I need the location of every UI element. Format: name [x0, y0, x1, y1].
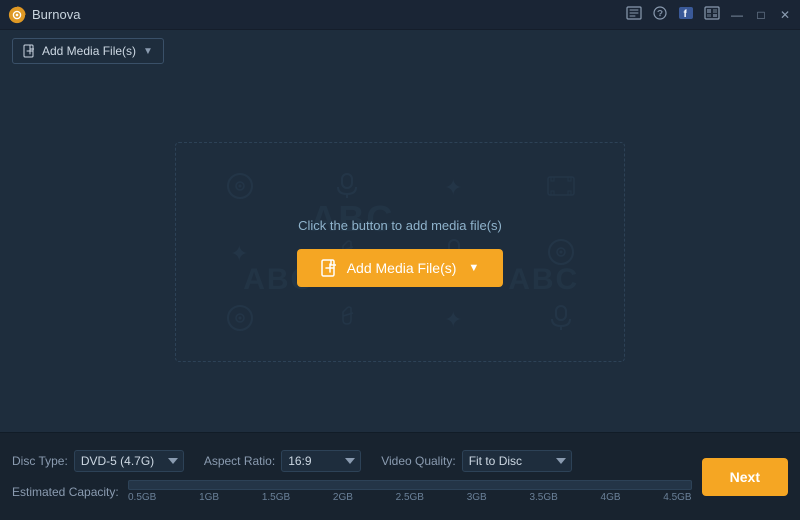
- cap-label-3: 2GB: [333, 492, 353, 503]
- video-quality-select[interactable]: Fit to Disc High Medium Low: [462, 450, 572, 472]
- wm-star3-icon: ✦: [400, 285, 507, 351]
- watermark-abc3: ABC: [508, 263, 579, 297]
- aspect-ratio-label: Aspect Ratio:: [204, 454, 275, 468]
- cap-label-7: 4GB: [601, 492, 621, 503]
- app-title: Burnova: [32, 7, 80, 22]
- add-media-small-button[interactable]: Add Media File(s) ▼: [12, 38, 164, 64]
- capacity-bar: [128, 480, 692, 490]
- bottom-controls: Disc Type: DVD-5 (4.7G) DVD-9 (8.5G) BD-…: [12, 450, 692, 472]
- wm-mic3-icon: [507, 285, 614, 351]
- close-button[interactable]: ✕: [778, 8, 792, 22]
- cap-label-4: 2.5GB: [396, 492, 424, 503]
- wm-mic-icon: [293, 153, 400, 219]
- feedback-icon[interactable]: [652, 6, 668, 23]
- toolbar: Add Media File(s) ▼: [0, 30, 800, 72]
- bottom-bar: Disc Type: DVD-5 (4.7G) DVD-9 (8.5G) BD-…: [0, 432, 800, 520]
- drop-prompt-text: Click the button to add media file(s): [298, 218, 502, 233]
- add-media-main-label: Add Media File(s): [347, 260, 457, 276]
- svg-text:✦: ✦: [444, 307, 462, 331]
- main-btn-arrow-icon: ▼: [468, 262, 479, 274]
- wm-film-icon: [507, 153, 614, 219]
- bottom-left: Disc Type: DVD-5 (4.7G) DVD-9 (8.5G) BD-…: [12, 450, 692, 503]
- disc-type-label: Disc Type:: [12, 454, 68, 468]
- svg-text:✦: ✦: [444, 175, 462, 199]
- skin-icon[interactable]: [704, 6, 720, 23]
- add-file-icon: [23, 44, 37, 58]
- cap-label-5: 3GB: [467, 492, 487, 503]
- titlebar-left: Burnova: [8, 6, 80, 24]
- wm-star-icon: ✦: [400, 153, 507, 219]
- disc-type-group: Disc Type: DVD-5 (4.7G) DVD-9 (8.5G) BD-…: [12, 450, 184, 472]
- wm-disc-icon: [186, 153, 293, 219]
- aspect-ratio-select[interactable]: 16:9 4:3: [281, 450, 361, 472]
- cap-label-0: 0.5GB: [128, 492, 156, 503]
- wm-star2-icon: ✦: [186, 219, 293, 285]
- titlebar-right: f — □ ✕: [626, 6, 792, 23]
- aspect-ratio-group: Aspect Ratio: 16:9 4:3: [204, 450, 361, 472]
- capacity-labels: 0.5GB 1GB 1.5GB 2GB 2.5GB 3GB 3.5GB 4GB …: [128, 492, 692, 503]
- app-logo-icon: [8, 6, 26, 24]
- main-area: ✦ ✦: [0, 72, 800, 432]
- video-quality-label: Video Quality:: [381, 454, 456, 468]
- cap-label-2: 1.5GB: [262, 492, 290, 503]
- drop-zone: ✦ ✦: [175, 142, 625, 362]
- wm-disc2-icon: [507, 219, 614, 285]
- titlebar: Burnova f: [0, 0, 800, 30]
- facebook-icon[interactable]: f: [678, 6, 694, 23]
- add-media-main-button[interactable]: Add Media File(s) ▼: [297, 249, 504, 287]
- bottom-inner: Disc Type: DVD-5 (4.7G) DVD-9 (8.5G) BD-…: [12, 450, 788, 503]
- register-icon[interactable]: [626, 6, 642, 23]
- capacity-label: Estimated Capacity:: [12, 485, 122, 499]
- dropdown-arrow-icon: ▼: [143, 46, 153, 57]
- next-button[interactable]: Next: [702, 458, 788, 496]
- cap-label-8: 4.5GB: [663, 492, 691, 503]
- wm-note2-icon: [293, 285, 400, 351]
- cap-label-1: 1GB: [199, 492, 219, 503]
- capacity-bar-container: 0.5GB 1GB 1.5GB 2GB 2.5GB 3GB 3.5GB 4GB …: [128, 480, 692, 503]
- capacity-row: Estimated Capacity: 0.5GB 1GB 1.5GB 2GB …: [12, 480, 692, 503]
- video-quality-group: Video Quality: Fit to Disc High Medium L…: [381, 450, 572, 472]
- cap-label-6: 3.5GB: [529, 492, 557, 503]
- add-file-main-icon: [321, 259, 339, 277]
- minimize-button[interactable]: —: [730, 8, 744, 22]
- disc-type-select[interactable]: DVD-5 (4.7G) DVD-9 (8.5G) BD-25: [74, 450, 184, 472]
- wm-disc3-icon: [186, 285, 293, 351]
- add-media-small-label: Add Media File(s): [42, 44, 136, 58]
- maximize-button[interactable]: □: [754, 8, 768, 22]
- svg-text:✦: ✦: [230, 241, 248, 265]
